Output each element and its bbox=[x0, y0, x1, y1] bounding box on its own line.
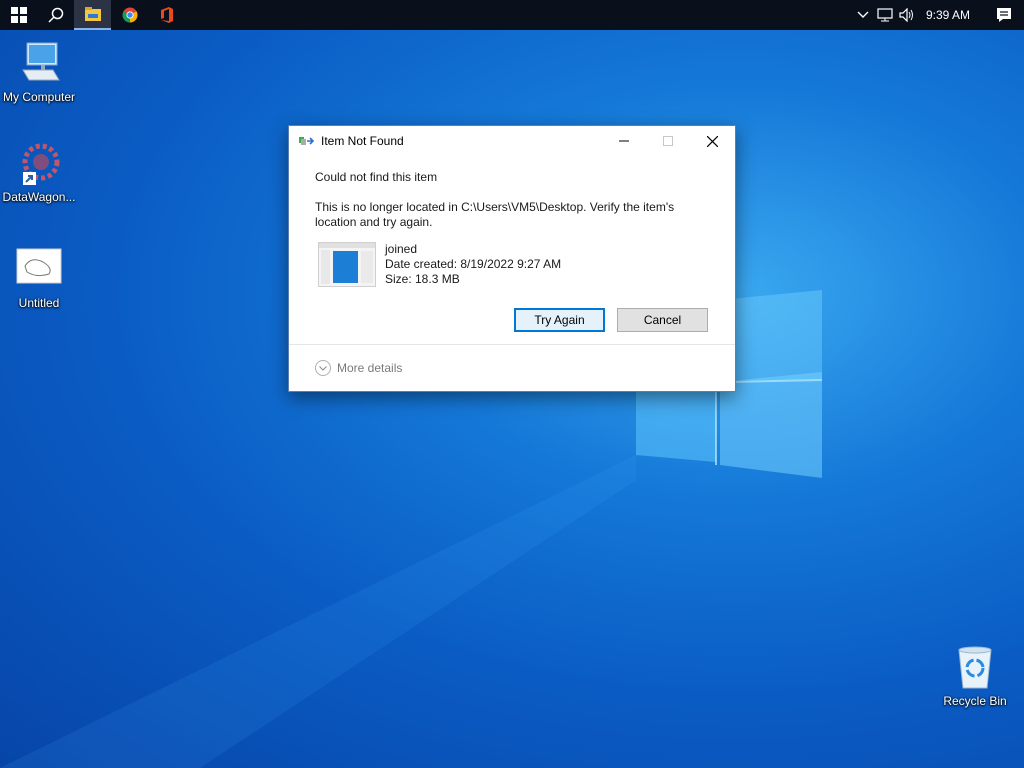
more-details-toggle[interactable]: More details bbox=[289, 344, 735, 391]
file-size: Size: 18.3 MB bbox=[385, 272, 460, 286]
maximize-icon bbox=[663, 136, 673, 146]
move-file-icon bbox=[299, 137, 315, 145]
recycle-bin-icon bbox=[951, 644, 999, 692]
file-explorer-icon[interactable] bbox=[74, 0, 111, 30]
desktop-icon-my-computer[interactable]: My Computer bbox=[0, 40, 78, 104]
more-details-label: More details bbox=[337, 361, 403, 375]
chrome-icon[interactable] bbox=[111, 0, 148, 30]
desktop-icon-label: Untitled bbox=[18, 296, 60, 310]
computer-icon bbox=[15, 40, 63, 88]
minimize-icon bbox=[619, 140, 629, 142]
dialog-title-bar[interactable]: Item Not Found bbox=[289, 126, 735, 156]
file-details: joined Date created: 8/19/2022 9:27 AM S… bbox=[318, 242, 709, 287]
volume-icon[interactable] bbox=[896, 0, 918, 30]
close-button[interactable] bbox=[689, 126, 735, 156]
close-icon bbox=[706, 135, 718, 147]
taskbar: 9:39 AM bbox=[0, 0, 1024, 30]
dialog-buttons: Try Again Cancel bbox=[514, 308, 708, 332]
item-not-found-dialog: Item Not Found Could not find this item … bbox=[288, 125, 736, 392]
file-date-created: Date created: 8/19/2022 9:27 AM bbox=[385, 257, 562, 271]
dialog-title: Item Not Found bbox=[321, 134, 404, 148]
file-info: joined Date created: 8/19/2022 9:27 AM S… bbox=[385, 242, 561, 287]
desktop-icon-untitled[interactable]: Untitled bbox=[0, 246, 78, 310]
cancel-button[interactable]: Cancel bbox=[617, 308, 708, 332]
desktop-icon-datawagon[interactable]: DataWagon... bbox=[0, 140, 78, 204]
action-center-icon[interactable] bbox=[984, 0, 1024, 30]
dialog-message: This is no longer located in C:\Users\VM… bbox=[315, 200, 675, 229]
dialog-heading: Could not find this item bbox=[315, 170, 438, 184]
desktop-icon-label: DataWagon... bbox=[2, 190, 76, 204]
datawagon-icon bbox=[15, 140, 63, 188]
chevron-up-icon[interactable] bbox=[852, 0, 874, 30]
dialog-body: Could not find this item This is no long… bbox=[289, 170, 735, 287]
search-icon[interactable] bbox=[37, 0, 74, 30]
file-name: joined bbox=[385, 242, 418, 256]
taskbar-clock[interactable]: 9:39 AM bbox=[918, 8, 984, 22]
desktop-icon-label: Recycle Bin bbox=[943, 694, 1007, 708]
desktop-icon-recycle-bin[interactable]: Recycle Bin bbox=[936, 644, 1014, 708]
image-file-icon bbox=[15, 246, 63, 294]
file-thumbnail-icon bbox=[318, 242, 376, 287]
system-tray: 9:39 AM bbox=[852, 0, 1024, 30]
windows-start-icon[interactable] bbox=[0, 0, 37, 30]
chevron-down-icon bbox=[315, 360, 331, 376]
try-again-button[interactable]: Try Again bbox=[514, 308, 605, 332]
network-icon[interactable] bbox=[874, 0, 896, 30]
desktop-icon-label: My Computer bbox=[2, 90, 76, 104]
maximize-button bbox=[645, 126, 691, 156]
minimize-button[interactable] bbox=[601, 126, 647, 156]
office-icon[interactable] bbox=[148, 0, 185, 30]
